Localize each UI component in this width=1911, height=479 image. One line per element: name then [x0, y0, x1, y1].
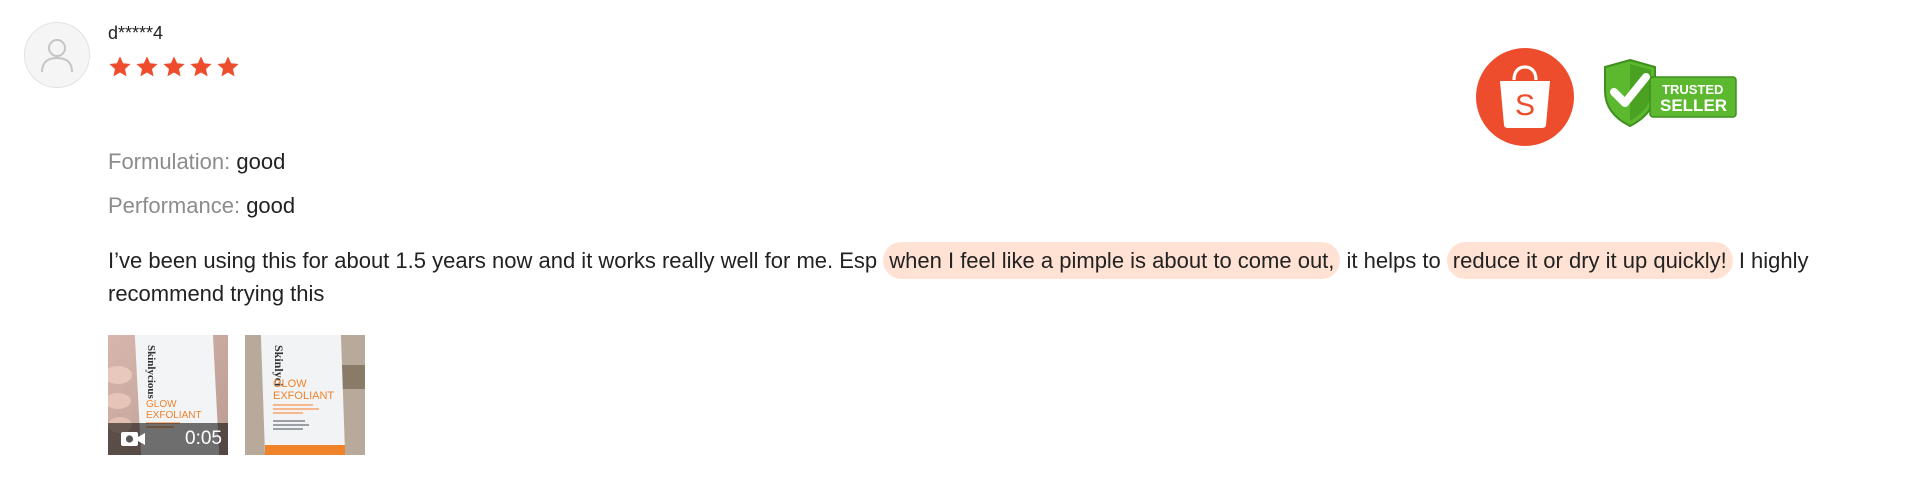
trusted-seller-badge: TRUSTED SELLER [1600, 57, 1740, 134]
review-attribute-formulation: Formulation: good [108, 148, 285, 176]
star-icon [109, 56, 131, 77]
product-line: EXFOLIANT [146, 410, 202, 421]
product-line: GLOW [146, 399, 177, 410]
product-photo: Skinlyci GLOW EXFOLIANT [245, 335, 365, 455]
product-line: EXFOLIANT [273, 390, 334, 402]
review-media: Skinlycious GLOW EXFOLIANT 0:05 Skinlyci… [108, 335, 365, 455]
default-user-icon [41, 39, 73, 73]
star-icon [190, 56, 212, 77]
trusted-badge-line2: SELLER [1660, 96, 1727, 115]
trusted-badge-line1: TRUSTED [1662, 82, 1723, 97]
attribute-value: good [246, 193, 296, 218]
seller-badges: S TRUSTED SELLER [1476, 48, 1740, 146]
avatar[interactable] [24, 22, 90, 88]
product-line: GLOW [273, 378, 307, 390]
attribute-label: Performance: [108, 193, 241, 218]
video-duration: 0:05 [185, 428, 222, 449]
comment-text: I’ve been using this for about 1.5 years… [108, 248, 884, 273]
image-thumbnail[interactable]: Skinlyci GLOW EXFOLIANT [245, 335, 365, 455]
star-icon [163, 56, 185, 77]
attribute-label: Formulation: [108, 149, 231, 174]
video-overlay-bar: 0:05 [108, 423, 228, 455]
attribute-value: good [236, 149, 286, 174]
review-attribute-performance: Performance: good [108, 192, 295, 220]
review-comment: I’ve been using this for about 1.5 years… [108, 242, 1898, 310]
shop-badge-letter: S [1515, 89, 1535, 122]
product-review: d*****4 S TRUSTED SELLER Formulation: go… [0, 0, 1911, 479]
reviewer-username[interactable]: d*****4 [108, 22, 163, 44]
comment-highlight: when I feel like a pimple is about to co… [883, 242, 1341, 279]
star-icon [217, 56, 239, 77]
brand-text: Skinlycious [145, 345, 157, 400]
comment-highlight: reduce it or dry it up quickly! [1446, 242, 1733, 279]
comment-text: it helps to [1340, 248, 1447, 273]
video-camera-icon [121, 432, 145, 446]
shopee-bag-icon: S [1476, 48, 1574, 146]
star-icon [136, 56, 158, 77]
star-rating [107, 54, 241, 80]
video-thumbnail[interactable]: Skinlycious GLOW EXFOLIANT 0:05 [108, 335, 228, 455]
